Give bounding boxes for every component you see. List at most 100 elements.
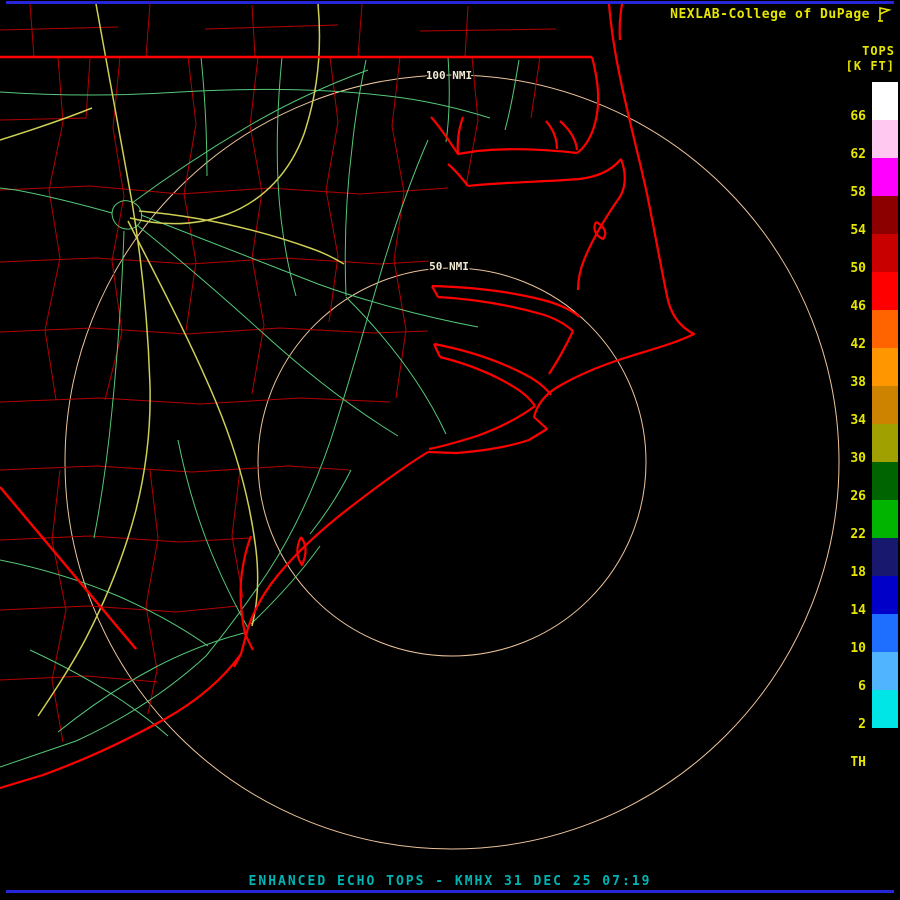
legend-row: 54: [820, 196, 898, 234]
legend-row: 34: [820, 386, 898, 424]
county-boundary: [0, 59, 90, 120]
county-boundary: [250, 57, 264, 394]
legend-scale: 66625854504642383430262218141062TH: [820, 82, 898, 766]
legend-value-label: 50: [844, 261, 866, 276]
coastline: [0, 4, 694, 788]
interstate: [0, 108, 92, 140]
road: [30, 650, 168, 736]
pamlico-river-shore: [432, 286, 580, 331]
legend-row: 62: [820, 120, 898, 158]
county-boundary: [0, 606, 238, 612]
county-boundary: [0, 25, 556, 31]
county-boundary: [0, 536, 250, 542]
legend-value-label: 6: [844, 679, 866, 694]
legend-color-swatch: [872, 576, 898, 614]
road: [0, 560, 208, 646]
legend-color-swatch: [872, 158, 898, 196]
county-boundary: [0, 186, 448, 194]
station-flag-icon: [876, 5, 894, 23]
legend-title: TOPS: [820, 44, 898, 59]
legend-value-label: 26: [844, 489, 866, 504]
road: [0, 188, 112, 213]
state-borders: [0, 57, 592, 649]
legend-color-swatch: [872, 310, 898, 348]
currituck-shore: [577, 57, 598, 153]
range-rings: [65, 75, 839, 849]
legend-row: 42: [820, 310, 898, 348]
county-boundary: [0, 398, 390, 404]
legend: TOPS [K FT] 6662585450464238343026221814…: [820, 44, 898, 766]
interstate: [139, 211, 344, 264]
legend-color-swatch: [872, 424, 898, 462]
radar-screen: 100 NMI 50 NMI NEXLAB-College of DuPage …: [0, 0, 900, 900]
range-ring-50nmi: [258, 268, 646, 656]
legend-color-swatch: [872, 386, 898, 424]
upper-banks-line: [620, 4, 622, 40]
legend-value-label: 38: [844, 375, 866, 390]
county-boundary: [146, 470, 158, 714]
road-lines: [0, 57, 519, 767]
legend-color-swatch: [872, 462, 898, 500]
legend-color-swatch: [872, 234, 898, 272]
legend-value-label: 58: [844, 185, 866, 200]
header: NEXLAB-College of DuPage: [670, 5, 894, 23]
road: [178, 440, 248, 628]
county-boundary: [326, 57, 338, 322]
legend-value-label: 10: [844, 641, 866, 656]
road: [201, 57, 207, 176]
legend-value-label: 22: [844, 527, 866, 542]
legend-row: 2: [820, 690, 898, 728]
ring-label-50nmi: 50 NMI: [429, 260, 469, 273]
legend-color-swatch: [872, 652, 898, 690]
legend-row: 6: [820, 652, 898, 690]
county-boundary: [45, 57, 63, 400]
legend-value-label: 14: [844, 603, 866, 618]
range-ring-100nmi: [65, 75, 839, 849]
legend-row: 38: [820, 348, 898, 386]
legend-color-swatch: [872, 614, 898, 652]
legend-row: 46: [820, 272, 898, 310]
site-title: NEXLAB-College of DuPage: [670, 7, 870, 22]
legend-value-label: 2: [844, 717, 866, 732]
legend-row: 18: [820, 538, 898, 576]
ring-label-100nmi: 100 NMI: [426, 69, 472, 82]
legend-value-label: TH: [844, 755, 866, 770]
legend-color-swatch: [872, 690, 898, 728]
road: [251, 546, 320, 624]
road: [345, 60, 366, 296]
between-rivers-shore: [549, 331, 573, 374]
legend-value-label: 42: [844, 337, 866, 352]
radar-map: 100 NMI 50 NMI: [0, 0, 900, 900]
legend-row: 26: [820, 462, 898, 500]
legend-row: 66: [820, 82, 898, 120]
legend-color-swatch: [872, 728, 898, 766]
legend-color-swatch: [872, 120, 898, 158]
neuse-river-shore: [434, 344, 551, 406]
road: [137, 225, 398, 436]
county-boundary: [466, 57, 540, 186]
legend-row: 58: [820, 158, 898, 196]
legend-value-label: 34: [844, 413, 866, 428]
legend-color-swatch: [872, 348, 898, 386]
county-boundary: [52, 470, 66, 742]
county-boundary: [0, 258, 430, 264]
legend-color-swatch: [872, 272, 898, 310]
legend-row: 22: [820, 500, 898, 538]
legend-row: 14: [820, 576, 898, 614]
road: [141, 215, 478, 327]
status-bar-text: ENHANCED ECHO TOPS - KMHX 31 DEC 25 07:1…: [249, 874, 652, 889]
county-boundary: [392, 57, 406, 398]
legend-value-label: 62: [844, 147, 866, 162]
pamlico-sound-shore: [578, 201, 617, 290]
legend-value-label: 66: [844, 109, 866, 124]
legend-value-label: 30: [844, 451, 866, 466]
legend-value-label: 54: [844, 223, 866, 238]
road: [0, 140, 428, 767]
albemarle-south-shore: [448, 159, 625, 201]
legend-color-swatch: [872, 82, 898, 120]
legend-color-swatch: [872, 196, 898, 234]
legend-row: TH: [820, 728, 898, 766]
county-boundary: [0, 466, 350, 472]
legend-row: 10: [820, 614, 898, 652]
legend-row: 30: [820, 424, 898, 462]
